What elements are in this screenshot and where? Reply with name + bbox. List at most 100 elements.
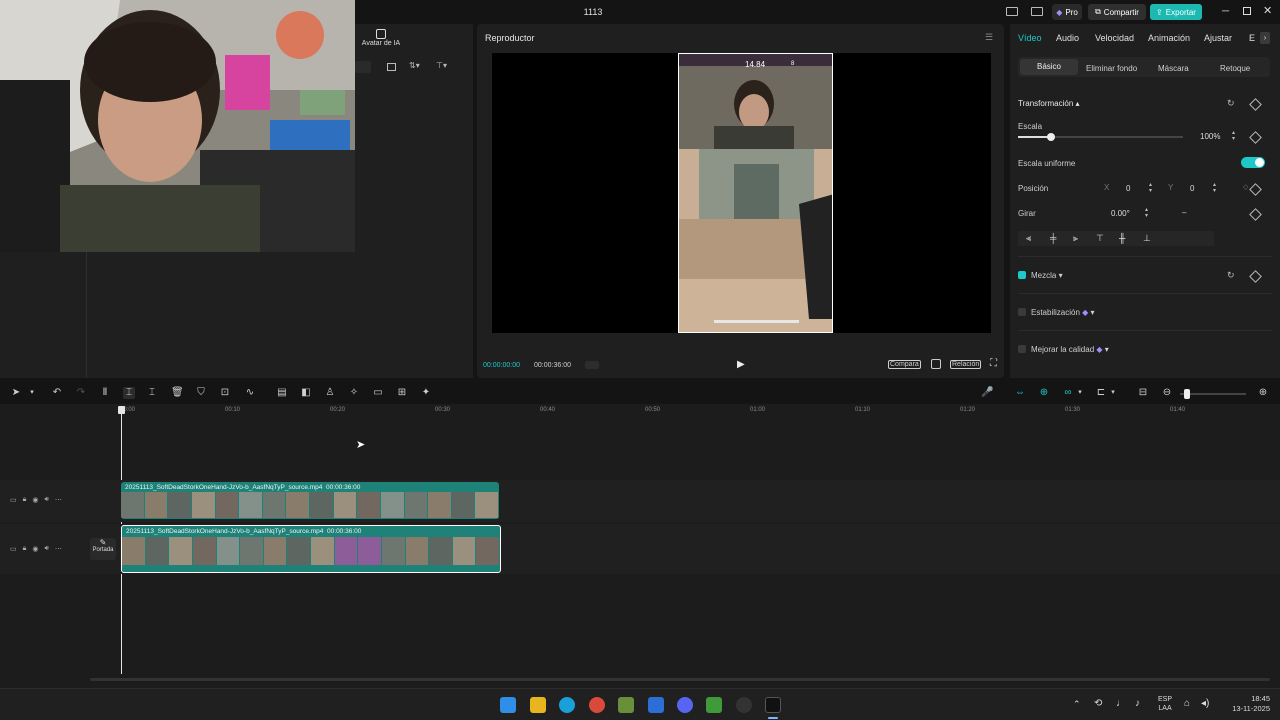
- shield-icon[interactable]: ⛉: [195, 387, 207, 399]
- game-icon[interactable]: [736, 697, 752, 713]
- lock-icon[interactable]: 🔒︎: [23, 545, 27, 555]
- more-icon[interactable]: ⋯: [55, 545, 62, 555]
- subtab-remove-bg[interactable]: Eliminar fondo: [1086, 64, 1137, 73]
- zoom-slider-knob[interactable]: [1184, 389, 1190, 399]
- timecode-toggle-icon[interactable]: [585, 361, 599, 369]
- align-bottom-icon[interactable]: ⊥: [1143, 233, 1151, 244]
- chevron-up-icon[interactable]: ⌃: [1073, 699, 1081, 710]
- preview-axis-icon[interactable]: ⊏: [1095, 387, 1107, 399]
- chevron-down-icon[interactable]: ▾: [26, 387, 38, 399]
- reset-icon[interactable]: ↻: [1227, 270, 1235, 281]
- microphone-icon[interactable]: 🎤: [981, 387, 993, 399]
- rotate-value[interactable]: 0.00°: [1111, 209, 1130, 218]
- tab-more[interactable]: E: [1249, 33, 1255, 43]
- keyframe-icon[interactable]: [1249, 98, 1262, 111]
- keyframe-icon[interactable]: [1249, 183, 1262, 196]
- chevron-down-icon[interactable]: ▾: [1107, 387, 1119, 399]
- redo-icon[interactable]: ↷: [75, 387, 87, 399]
- speaker-icon[interactable]: ◂): [1201, 698, 1209, 709]
- speaker-icon[interactable]: 🔊︎: [44, 545, 48, 555]
- subtitle-icon[interactable]: ▭: [372, 387, 384, 399]
- subtab-retouch[interactable]: Retoque: [1220, 64, 1250, 73]
- audio-wave-icon[interactable]: ∿: [244, 387, 256, 399]
- eye-icon[interactable]: ◉: [32, 545, 38, 555]
- scale-stepper-icon[interactable]: ▴ ▾: [1232, 130, 1235, 142]
- subtab-basic[interactable]: Básico: [1020, 59, 1078, 75]
- sparkle-icon[interactable]: ✦: [420, 387, 432, 399]
- quality-heading[interactable]: Mejorar la calidad ◆ ▾: [1031, 345, 1109, 354]
- more-icon[interactable]: ⋯: [55, 496, 62, 506]
- pro-button[interactable]: ◆ Pro: [1052, 4, 1082, 20]
- keyframe-icon[interactable]: [1249, 270, 1262, 283]
- chevron-down-icon[interactable]: ▾: [1074, 387, 1086, 399]
- rotate-dial[interactable]: –: [1182, 208, 1186, 217]
- undo-icon[interactable]: ↶: [51, 387, 63, 399]
- menu-icon[interactable]: ☰: [985, 32, 993, 43]
- split-left-icon[interactable]: ⌶: [123, 387, 135, 399]
- scale-value[interactable]: 100%: [1200, 132, 1220, 141]
- subtab-mask[interactable]: Máscara: [1158, 64, 1189, 73]
- time-ruler[interactable]: 00:00 00:10 00:20 00:30 00:40 00:50 01:00 01:10…: [120, 404, 1280, 418]
- scale-slider[interactable]: [1018, 133, 1183, 141]
- zoom-out-icon[interactable]: ⊖: [1161, 387, 1173, 399]
- search-box[interactable]: [355, 61, 371, 73]
- tab-speed[interactable]: Velocidad: [1095, 33, 1134, 43]
- screenshot-icon[interactable]: [931, 359, 941, 369]
- quality-checkbox[interactable]: [1018, 345, 1026, 353]
- tab-animation[interactable]: Animación: [1148, 33, 1190, 43]
- language-indicator[interactable]: ESP LAA: [1158, 695, 1172, 713]
- y-stepper-icon[interactable]: ▴ ▾: [1213, 182, 1216, 194]
- tab-video[interactable]: Vídeo: [1018, 33, 1042, 43]
- timeline[interactable]: 00:00 00:10 00:20 00:30 00:40 00:50 01:00 01:10…: [0, 404, 1280, 688]
- play-icon[interactable]: ▶: [737, 359, 745, 370]
- video-clip[interactable]: 20251113_SoftDeadStorkOneHand-JzVo-b_Aas…: [121, 482, 499, 519]
- crop-icon[interactable]: ⊡: [219, 387, 231, 399]
- align-top-icon[interactable]: ⊤: [1096, 233, 1104, 244]
- scale-slider-knob[interactable]: [1047, 133, 1055, 141]
- preview-canvas[interactable]: 14.84 8: [492, 53, 991, 333]
- stabilize-checkbox[interactable]: [1018, 308, 1026, 316]
- person-icon[interactable]: ♙: [324, 387, 336, 399]
- chevron-right-icon[interactable]: ›: [1260, 32, 1270, 44]
- magic-wand-icon[interactable]: ✧: [348, 387, 360, 399]
- discord-icon[interactable]: [677, 697, 693, 713]
- eye-icon[interactable]: ◉: [32, 496, 38, 506]
- share-button[interactable]: ⧉ Compartir: [1088, 4, 1146, 20]
- close-icon[interactable]: ✕: [1263, 4, 1272, 17]
- delete-icon[interactable]: 🗑: [171, 387, 184, 399]
- filter-icon[interactable]: ⊤▾: [436, 61, 447, 70]
- preview-frame[interactable]: 14.84 8: [678, 53, 833, 333]
- transform-heading[interactable]: Transformación ▴: [1018, 99, 1080, 108]
- clock[interactable]: 18:45 13-11-2025: [1222, 694, 1270, 714]
- blend-heading[interactable]: Mezcla ▾: [1031, 271, 1063, 280]
- capcut-icon[interactable]: [765, 697, 781, 713]
- linkage-icon[interactable]: ∞: [1062, 387, 1074, 399]
- align-center-icon[interactable]: ╪: [1050, 233, 1056, 243]
- zoom-in-icon[interactable]: ⊕: [1257, 387, 1269, 399]
- mic-icon[interactable]: ♩: [1116, 698, 1126, 709]
- edge-icon[interactable]: [559, 697, 575, 713]
- track-icon[interactable]: ▭: [10, 496, 17, 506]
- tab-adjust[interactable]: Ajustar: [1204, 33, 1232, 43]
- mirror-icon[interactable]: ◧: [300, 387, 312, 399]
- playhead-handle[interactable]: [118, 406, 125, 414]
- sync-icon[interactable]: ⟲: [1094, 698, 1102, 709]
- stabilize-heading[interactable]: Estabilización ◆ ▾: [1031, 308, 1095, 317]
- align-middle-icon[interactable]: ╫: [1119, 233, 1125, 243]
- split-right-icon[interactable]: ⌶: [146, 387, 158, 399]
- keyframe-icon[interactable]: [1249, 131, 1262, 144]
- keyboard-icon[interactable]: [1031, 7, 1043, 16]
- sort-icon[interactable]: ⇅▾: [409, 61, 420, 70]
- ratio-button[interactable]: Relación: [950, 360, 982, 369]
- select-tool-icon[interactable]: ➤: [10, 387, 22, 399]
- reset-icon[interactable]: ↻: [1227, 98, 1235, 109]
- file-explorer-icon[interactable]: [530, 697, 546, 713]
- align-left-icon[interactable]: ⫷: [1026, 233, 1031, 244]
- export-button[interactable]: ⇪ Exportar: [1150, 4, 1202, 20]
- lock-icon[interactable]: 🔒︎: [23, 496, 27, 506]
- compare-button[interactable]: Compara: [888, 360, 921, 369]
- maximize-icon[interactable]: [1243, 7, 1251, 15]
- rotate-stepper-icon[interactable]: ▴ ▾: [1145, 207, 1148, 219]
- fullscreen-icon[interactable]: ⛶: [990, 358, 997, 369]
- chrome-icon[interactable]: [589, 697, 605, 713]
